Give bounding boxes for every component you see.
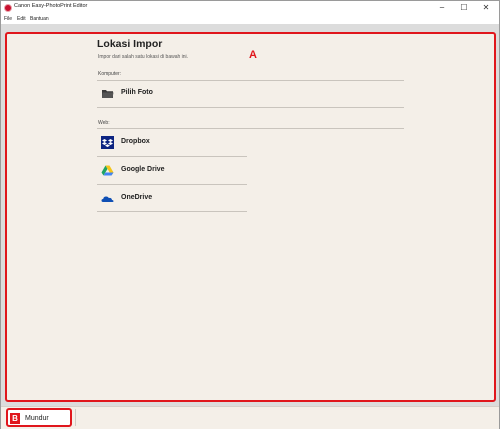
- location-label: OneDrive: [121, 194, 153, 201]
- callout-a: A: [249, 49, 257, 61]
- dropbox-icon: [101, 136, 114, 149]
- menu-bar: File Edit Bantuan: [1, 15, 499, 24]
- back-button[interactable]: B Mundur: [6, 408, 72, 427]
- callout-b: B: [10, 413, 20, 424]
- title-bar: Canon Easy-PhotoPrint Editor ─ ☐ ✕: [1, 1, 499, 15]
- back-button-label: Mundur: [25, 415, 49, 422]
- window-title: Canon Easy-PhotoPrint Editor: [14, 3, 88, 9]
- divider: [97, 211, 247, 212]
- google-drive-icon: [101, 165, 114, 176]
- location-label: Google Drive: [121, 166, 165, 173]
- divider: [97, 128, 404, 129]
- menu-file[interactable]: File: [4, 16, 12, 22]
- section-label-web: Web:: [98, 120, 110, 126]
- close-button[interactable]: ✕: [475, 1, 497, 15]
- page-description: Impor dari salah satu lokasi di bawah in…: [98, 54, 189, 60]
- divider: [97, 80, 404, 81]
- divider: [75, 409, 76, 426]
- location-item-select-photo[interactable]: Pilih Foto: [97, 82, 404, 106]
- divider: [97, 184, 247, 185]
- location-item-onedrive[interactable]: OneDrive: [97, 187, 247, 211]
- minimize-button[interactable]: ─: [431, 1, 453, 15]
- location-label: Pilih Foto: [121, 89, 153, 96]
- divider: [97, 156, 247, 157]
- canon-logo-icon: [4, 4, 12, 12]
- section-label-computer: Komputer:: [98, 71, 122, 77]
- app-window: Canon Easy-PhotoPrint Editor ─ ☐ ✕ File …: [0, 0, 500, 429]
- location-label: Dropbox: [121, 138, 150, 145]
- menu-help[interactable]: Bantuan: [30, 16, 49, 22]
- page-title: Lokasi Impor: [97, 38, 163, 50]
- folder-icon: [102, 90, 114, 98]
- divider: [97, 107, 404, 108]
- maximize-button[interactable]: ☐: [453, 1, 475, 15]
- location-item-google-drive[interactable]: Google Drive: [97, 159, 247, 183]
- location-item-dropbox[interactable]: Dropbox: [97, 131, 247, 155]
- menu-edit[interactable]: Edit: [17, 16, 26, 22]
- onedrive-icon: [101, 196, 114, 202]
